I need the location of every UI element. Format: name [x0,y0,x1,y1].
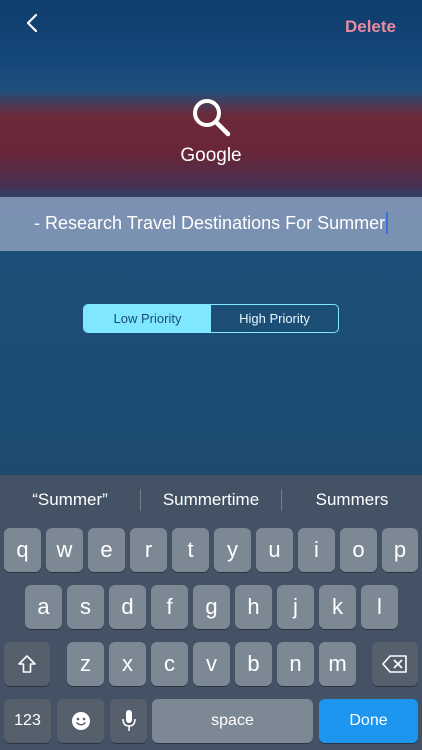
delete-button[interactable]: Delete [345,17,396,37]
suggestion-1[interactable]: “Summer” [0,475,140,525]
key-j[interactable]: j [277,585,314,629]
key-q[interactable]: q [4,528,41,572]
key-u[interactable]: u [256,528,293,572]
key-f[interactable]: f [151,585,188,629]
suggestion-3[interactable]: Summers [282,475,422,525]
key-h[interactable]: h [235,585,272,629]
task-text: - Research Travel Destinations For Summe… [34,213,386,233]
navigation-bar: Delete [0,0,422,50]
emoji-icon [71,712,90,730]
key-t[interactable]: t [172,528,209,572]
key-y[interactable]: y [214,528,251,572]
key-i[interactable]: i [298,528,335,572]
key-w[interactable]: w [46,528,83,572]
key-p[interactable]: p [382,528,418,572]
task-input[interactable]: - Research Travel Destinations For Summe… [0,197,422,251]
task-text-line: - Research Travel Destinations For Summe… [34,211,389,234]
key-m[interactable]: m [319,642,356,686]
shift-icon [18,655,36,673]
search-icon [193,99,231,137]
key-n[interactable]: n [277,642,314,686]
suggestion-bar: “Summer” Summertime Summers [0,475,422,525]
key-r[interactable]: r [130,528,167,572]
priority-segmented-control[interactable]: Low Priority High Priority [83,304,339,333]
low-priority-option[interactable]: Low Priority [84,305,211,332]
back-button[interactable] [22,12,44,34]
key-l[interactable]: l [361,585,398,629]
backspace-icon [382,655,407,673]
suggestion-2[interactable]: Summertime [141,475,281,525]
key-z[interactable]: z [67,642,104,686]
key-d[interactable]: d [109,585,146,629]
emoji-key[interactable] [57,699,104,743]
numbers-key[interactable]: 123 [4,699,51,743]
key-k[interactable]: k [319,585,356,629]
shift-key[interactable] [4,642,50,686]
chevron-left-icon [26,13,38,33]
key-c[interactable]: c [151,642,188,686]
key-g[interactable]: g [193,585,230,629]
backspace-key[interactable] [372,642,418,686]
space-key[interactable]: space [152,699,313,743]
key-s[interactable]: s [67,585,104,629]
key-x[interactable]: x [109,642,146,686]
key-b[interactable]: b [235,642,272,686]
text-cursor [386,211,389,234]
keyboard: “Summer” Summertime Summers q w e r t y … [0,475,422,750]
done-key[interactable]: Done [319,699,418,743]
high-priority-option[interactable]: High Priority [211,305,338,332]
app-name: Google [180,145,242,166]
microphone-icon [121,710,136,731]
key-e[interactable]: e [88,528,125,572]
key-a[interactable]: a [25,585,62,629]
key-o[interactable]: o [340,528,377,572]
key-v[interactable]: v [193,642,230,686]
dictation-key[interactable] [110,699,147,743]
